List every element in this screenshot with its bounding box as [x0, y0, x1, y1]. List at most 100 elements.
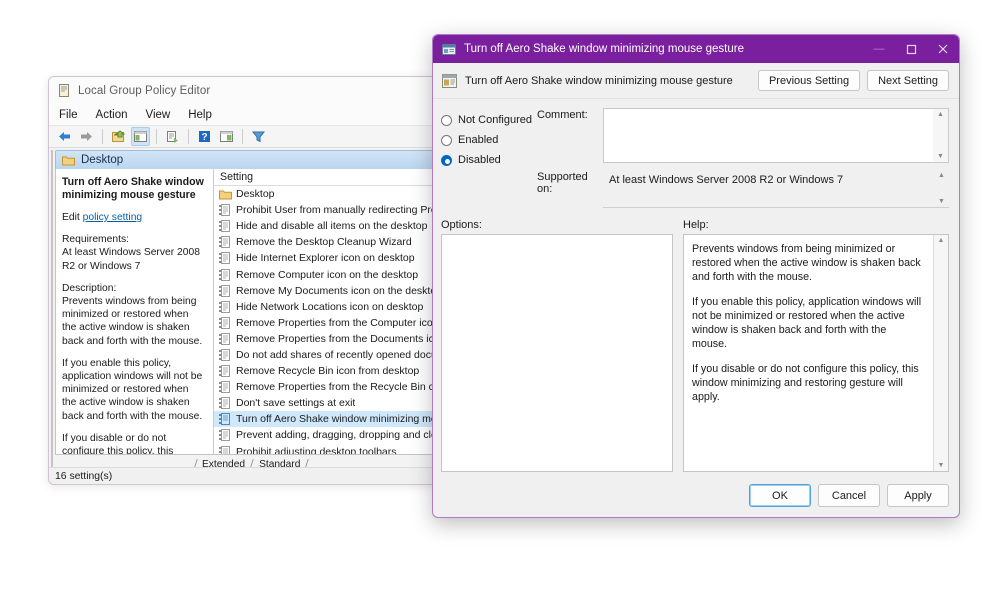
radio-not-configured-indicator[interactable] [441, 114, 452, 126]
local-group-policy-editor-window: Local Group Policy Editor File Action Vi… [48, 76, 446, 485]
gpe-titlebar[interactable]: Local Group Policy Editor [49, 77, 445, 104]
comment-label: Comment: [537, 109, 588, 121]
up-folder-icon[interactable] [109, 127, 128, 146]
radio-disabled-indicator[interactable] [441, 154, 452, 166]
options-content [442, 235, 672, 249]
radio-not-configured-label: Not Configured [458, 114, 532, 126]
options-pane[interactable] [441, 234, 673, 472]
detail-header: Desktop [55, 150, 445, 169]
dialog-header-text: Turn off Aero Shake window minimizing mo… [465, 74, 733, 87]
help-paragraph-3: If you disable or do not configure this … [692, 363, 919, 403]
previous-setting-button[interactable]: Previous Setting [757, 70, 861, 91]
setting-name: Remove the Desktop Cleanup Wizard [236, 236, 412, 249]
dialog-titlebar[interactable]: Turn off Aero Shake window minimizing mo… [433, 35, 959, 63]
table-row[interactable]: Desktop [214, 186, 445, 202]
help-scrollbar[interactable]: ▲ ▼ [933, 235, 948, 471]
table-row[interactable]: Remove the Desktop Cleanup Wizard [214, 234, 445, 250]
setting-name: Prohibit adjusting desktop toolbars [236, 445, 397, 454]
next-setting-button[interactable]: Next Setting [867, 70, 949, 91]
table-row[interactable]: Hide Network Locations icon on desktop [214, 299, 445, 315]
comment-scrollbar[interactable]: ▲ ▼ [933, 109, 948, 162]
toolbar-separator [102, 129, 103, 144]
table-row[interactable]: Remove Properties from the Computer icon… [214, 315, 445, 331]
setting-name: Remove My Documents icon on the desktop [236, 284, 443, 297]
policy-setting-icon [219, 332, 232, 345]
table-row[interactable]: Remove Recycle Bin icon from desktop [214, 363, 445, 379]
table-row[interactable]: Remove Computer icon on the desktop [214, 266, 445, 282]
policy-setting-dialog: Turn off Aero Shake window minimizing mo… [432, 34, 960, 518]
setting-name: Do not add shares of recently opened doc… [236, 348, 445, 361]
help-paragraph-1: Prevents windows from being minimized or… [692, 243, 921, 283]
chevron-down-icon[interactable]: ▼ [937, 153, 944, 160]
setting-name: Hide Internet Explorer icon on desktop [236, 252, 415, 265]
supported-on-row: Supported on: At least Windows Server 20… [537, 170, 949, 208]
policy-setting-icon [219, 268, 232, 281]
toolbar-separator [242, 129, 243, 144]
chevron-up-icon[interactable]: ▲ [938, 237, 945, 244]
comment-value[interactable] [604, 109, 948, 162]
filter-icon[interactable] [249, 127, 268, 146]
ok-button[interactable]: OK [749, 484, 811, 507]
help-pane[interactable]: Prevents windows from being minimized or… [683, 234, 949, 472]
properties-window-icon[interactable] [217, 127, 236, 146]
table-row[interactable]: Hide Internet Explorer icon on desktop [214, 250, 445, 266]
table-row[interactable]: Prevent adding, dragging, dropping and c… [214, 427, 445, 443]
table-row[interactable]: Turn off Aero Shake window minimizing mo… [214, 411, 445, 428]
comment-field[interactable]: ▲ ▼ [603, 108, 949, 163]
forward-icon[interactable] [77, 127, 96, 146]
radio-enabled[interactable]: Enabled [441, 130, 537, 150]
edit-policy-setting-link[interactable]: policy setting [83, 212, 143, 223]
table-row[interactable]: Prohibit User from manually redirecting … [214, 202, 445, 218]
setting-name: Turn off Aero Shake window minimizing mo… [236, 413, 445, 426]
policy-setting-icon [442, 73, 457, 88]
setting-name: Remove Properties from the Documents ico… [236, 332, 445, 345]
show-hide-console-tree-icon[interactable] [131, 127, 150, 146]
requirements-value: At least Windows Server 2008 R2 or Windo… [62, 247, 200, 272]
status-bar-text: 16 setting(s) [55, 470, 113, 482]
svg-text:?: ? [201, 132, 207, 143]
table-row[interactable]: Remove Properties from the Documents ico… [214, 331, 445, 347]
help-label: Help: [683, 219, 709, 231]
chevron-down-icon[interactable]: ▼ [938, 198, 945, 205]
radio-not-configured[interactable]: Not Configured [441, 110, 537, 130]
apply-button[interactable]: Apply [887, 484, 949, 507]
maximize-button[interactable] [895, 35, 927, 63]
radio-disabled[interactable]: Disabled [441, 150, 537, 170]
radio-disabled-label: Disabled [458, 154, 501, 166]
minimize-button[interactable]: — [863, 35, 895, 63]
comment-row: Comment: ▲ ▼ [537, 108, 949, 163]
chevron-up-icon[interactable]: ▲ [938, 172, 945, 179]
back-icon[interactable] [55, 127, 74, 146]
toolbar-separator [188, 129, 189, 144]
setting-name: Remove Computer icon on the desktop [236, 268, 419, 281]
chevron-down-icon[interactable]: ▼ [938, 462, 945, 469]
supported-on-scrollbar[interactable]: ▲ ▼ [934, 170, 949, 207]
table-row[interactable]: Remove My Documents icon on the desktop [214, 283, 445, 299]
table-row[interactable]: Hide and disable all items on the deskto… [214, 218, 445, 234]
help-icon[interactable]: ? [195, 127, 214, 146]
table-row[interactable]: Prohibit adjusting desktop toolbars [214, 444, 445, 454]
policy-setting-icon [219, 284, 232, 297]
export-list-icon[interactable] [163, 127, 182, 146]
chevron-up-icon[interactable]: ▲ [937, 111, 944, 118]
menu-help[interactable]: Help [186, 108, 214, 122]
radio-enabled-indicator[interactable] [441, 134, 452, 146]
menu-file[interactable]: File [57, 108, 80, 122]
settings-column-header[interactable]: Setting [214, 169, 445, 186]
close-button[interactable] [927, 35, 959, 63]
gpe-toolbar: ? [49, 125, 445, 148]
table-row[interactable]: Don't save settings at exit [214, 395, 445, 411]
description-paragraph-3: If you disable or do not configure this … [62, 432, 174, 454]
policy-setting-icon [219, 204, 232, 217]
menu-view[interactable]: View [144, 108, 173, 122]
description-label: Description: [62, 282, 117, 294]
menu-action[interactable]: Action [94, 108, 130, 122]
policy-setting-icon [442, 43, 456, 56]
cancel-button[interactable]: Cancel [818, 484, 880, 507]
radio-enabled-label: Enabled [458, 134, 499, 146]
table-row[interactable]: Do not add shares of recently opened doc… [214, 347, 445, 363]
setting-name: Don't save settings at exit [236, 397, 356, 410]
gpe-menubar: File Action View Help [49, 104, 445, 125]
requirements-label: Requirements: [62, 234, 129, 246]
table-row[interactable]: Remove Properties from the Recycle Bin c… [214, 379, 445, 395]
